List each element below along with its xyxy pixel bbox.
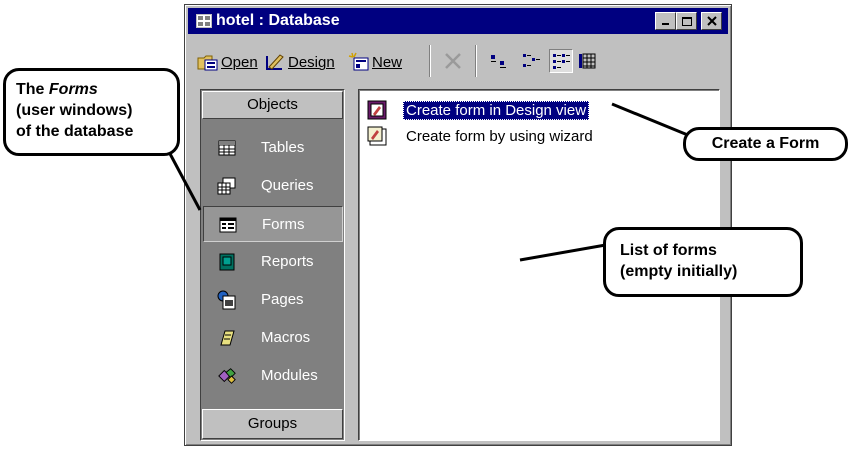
object-item-macros[interactable]: Macros [203,320,343,356]
database-window: hotel : Database Open Design New Objects… [184,4,732,446]
object-label: Reports [261,253,314,270]
open-label: Open [221,53,258,71]
wizard-form-icon [367,126,387,146]
title-bar[interactable]: hotel : Database [188,8,728,34]
close-icon [706,16,717,26]
design-icon [266,54,284,70]
list-callout-line1: List of forms [620,242,717,259]
toolbar-separator [429,45,431,77]
minimize-button[interactable] [655,12,676,30]
list-item-label: Create form by using wizard [406,127,593,145]
maximize-button[interactable] [676,12,697,30]
details-view-button[interactable] [575,49,599,73]
forms-callout-prefix: The [16,81,49,98]
database-icon [196,14,212,28]
window-title: hotel : Database [216,12,340,29]
toolbar: Open Design New [191,39,727,87]
page-icon [217,290,236,310]
list-callout-line2: (empty initially) [620,263,738,280]
small-icons-view-button[interactable] [519,49,543,73]
list-item-create-wizard[interactable]: Create form by using wizard [367,124,596,148]
create-form-callout: Create a Form [683,127,848,161]
list-of-forms-callout: List of forms (empty initially) [603,227,803,297]
close-button[interactable] [701,12,722,30]
open-form-icon [197,55,218,71]
forms-callout-italic: Forms [48,81,98,98]
open-button[interactable]: Open [197,45,258,79]
maximize-icon [681,16,692,26]
report-icon [219,253,235,271]
form-icon [219,217,237,233]
large-icons-view-button[interactable] [487,49,511,73]
create-form-callout-text: Create a Form [711,135,820,152]
design-button[interactable]: Design [264,45,335,79]
object-label: Tables [261,139,305,156]
large-icons-view-icon [491,55,506,68]
object-item-modules[interactable]: Modules [203,358,343,394]
groups-header-button[interactable]: Groups [202,409,343,439]
objects-bar: Objects Tables Queries Forms Reports Pag… [200,89,345,441]
table-icon [218,140,236,156]
forms-callout: The Forms (user windows) of the database [3,68,180,156]
object-label: Forms [262,216,305,233]
design-label: Design [288,53,335,71]
object-label: Modules [261,367,318,384]
forms-callout-line2: (user windows) [16,102,133,119]
delete-button[interactable] [441,49,465,73]
design-form-icon [367,100,387,120]
object-label: Queries [261,177,314,194]
object-label: Macros [261,329,311,346]
object-item-queries[interactable]: Queries [203,168,343,204]
toolbar-separator [475,45,477,77]
new-form-icon [348,52,369,71]
new-button[interactable]: New [348,45,402,79]
small-icons-view-icon [523,54,540,67]
object-item-pages[interactable]: Pages [203,282,343,318]
list-item-create-design[interactable]: Create form in Design view [367,98,590,122]
object-item-forms[interactable]: Forms [203,206,343,242]
details-view-icon [579,53,596,69]
object-item-tables[interactable]: Tables [203,130,343,166]
new-label: New [372,53,403,71]
module-icon [218,368,236,384]
list-view-button[interactable] [549,49,573,73]
delete-x-icon [445,53,461,69]
object-label: Pages [261,291,304,308]
list-view-icon [553,54,570,69]
query-icon [217,177,236,195]
forms-callout-line1: The Forms [16,79,177,100]
forms-callout-line3: of the database [16,123,134,140]
list-item-label: Create form in Design view [403,100,590,120]
minimize-icon [661,23,669,25]
object-item-reports[interactable]: Reports [203,244,343,280]
macro-icon [220,330,235,346]
objects-header-button[interactable]: Objects [202,91,343,119]
